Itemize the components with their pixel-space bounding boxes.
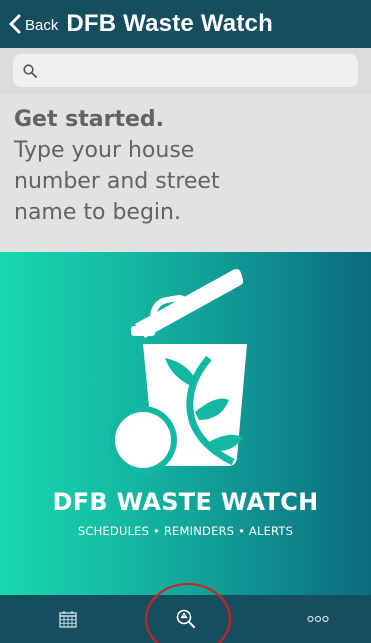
- brand-panel: DFB WASTE WATCH SCHEDULES • REMINDERS • …: [0, 252, 371, 595]
- tab-more[interactable]: [296, 595, 340, 643]
- get-started-panel: Get started. Type your house number and …: [0, 94, 371, 252]
- waste-bin-logo-icon: [109, 269, 247, 474]
- search-bar: [0, 48, 371, 94]
- get-started-instructions: Type your house number and street name t…: [14, 135, 357, 228]
- brand-name: DFB WASTE WATCH: [52, 488, 319, 516]
- navigation-bar: Back DFB Waste Watch: [0, 0, 371, 48]
- instruction-line: name to begin.: [14, 200, 181, 225]
- get-started-heading: Get started.: [14, 107, 165, 132]
- calendar-icon: [59, 611, 77, 628]
- recycle-search-icon: [176, 609, 195, 628]
- more-dots-icon: [307, 615, 329, 623]
- search-icon: [23, 63, 37, 78]
- search-input[interactable]: [43, 55, 358, 86]
- instruction-line: number and street: [14, 169, 220, 194]
- search-box[interactable]: [13, 54, 358, 87]
- instruction-line: Type your house: [14, 138, 195, 163]
- tab-calendar[interactable]: [46, 595, 90, 643]
- tab-bar: [0, 595, 371, 643]
- back-button[interactable]: Back: [0, 0, 58, 48]
- brand-tagline: SCHEDULES • REMINDERS • ALERTS: [77, 524, 294, 538]
- chevron-left-icon: [9, 14, 21, 34]
- back-label: Back: [25, 16, 59, 34]
- tab-find-address[interactable]: [164, 595, 208, 643]
- page-title: DFB Waste Watch: [66, 10, 273, 37]
